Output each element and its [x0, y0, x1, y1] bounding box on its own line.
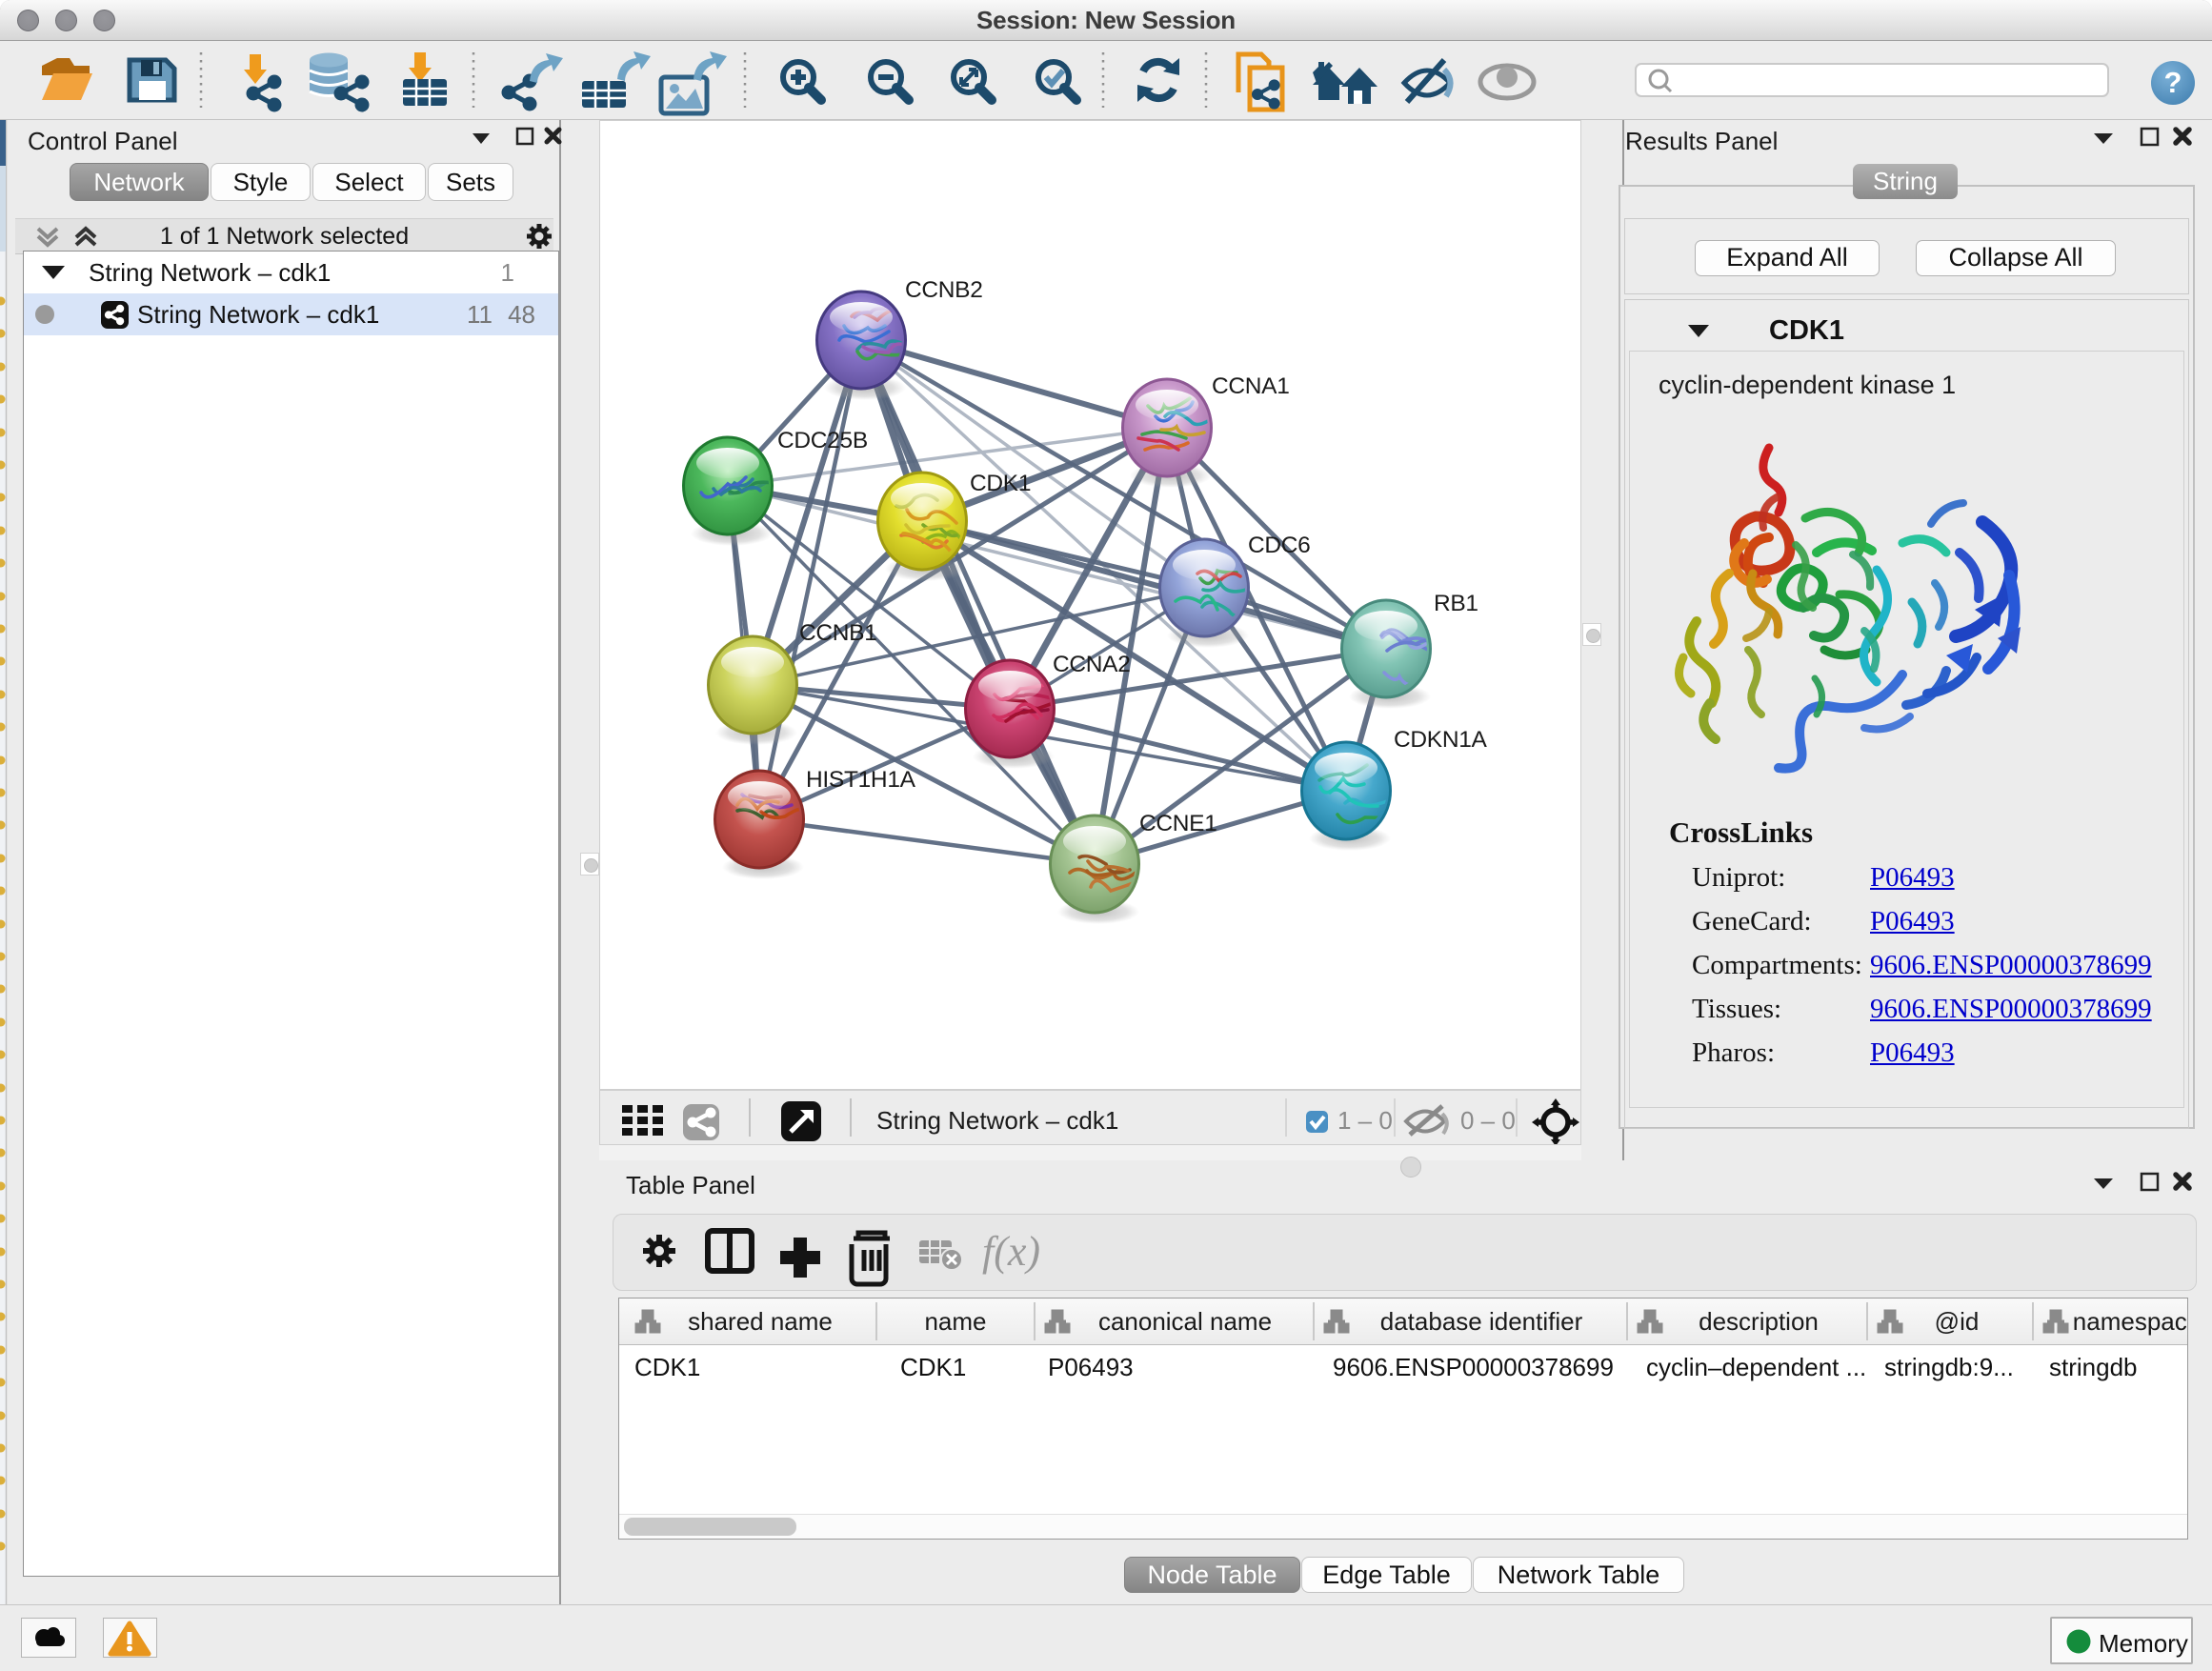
svg-text:@id: @id [1935, 1307, 1980, 1336]
svg-text:CDC25B: CDC25B [777, 428, 868, 453]
svg-text:f(x): f(x) [982, 1228, 1040, 1275]
svg-text:CDK1: CDK1 [970, 471, 1031, 496]
svg-text:name: name [924, 1307, 986, 1336]
svg-text:CCNB1: CCNB1 [799, 620, 877, 646]
svg-text:namespace: namespace [2073, 1307, 2187, 1336]
svg-text:CCNA2: CCNA2 [1053, 652, 1131, 677]
svg-text:database identifier: database identifier [1380, 1307, 1583, 1336]
svg-text:CDC6: CDC6 [1248, 533, 1311, 558]
svg-text:CDKN1A: CDKN1A [1394, 727, 1488, 753]
svg-text:CCNA1: CCNA1 [1212, 373, 1290, 399]
svg-text:HIST1H1A: HIST1H1A [806, 767, 916, 793]
svg-text:shared name: shared name [688, 1307, 833, 1336]
svg-text:canonical name: canonical name [1098, 1307, 1272, 1336]
svg-text:CCNB2: CCNB2 [905, 277, 983, 303]
svg-text:CCNE1: CCNE1 [1139, 811, 1217, 836]
svg-text:0 – 0: 0 – 0 [1460, 1106, 1516, 1135]
svg-text:RB1: RB1 [1434, 591, 1478, 616]
svg-text:String Network – cdk1: String Network – cdk1 [876, 1106, 1118, 1135]
svg-text:description: description [1699, 1307, 1819, 1336]
svg-text:1 – 0: 1 – 0 [1337, 1106, 1393, 1135]
